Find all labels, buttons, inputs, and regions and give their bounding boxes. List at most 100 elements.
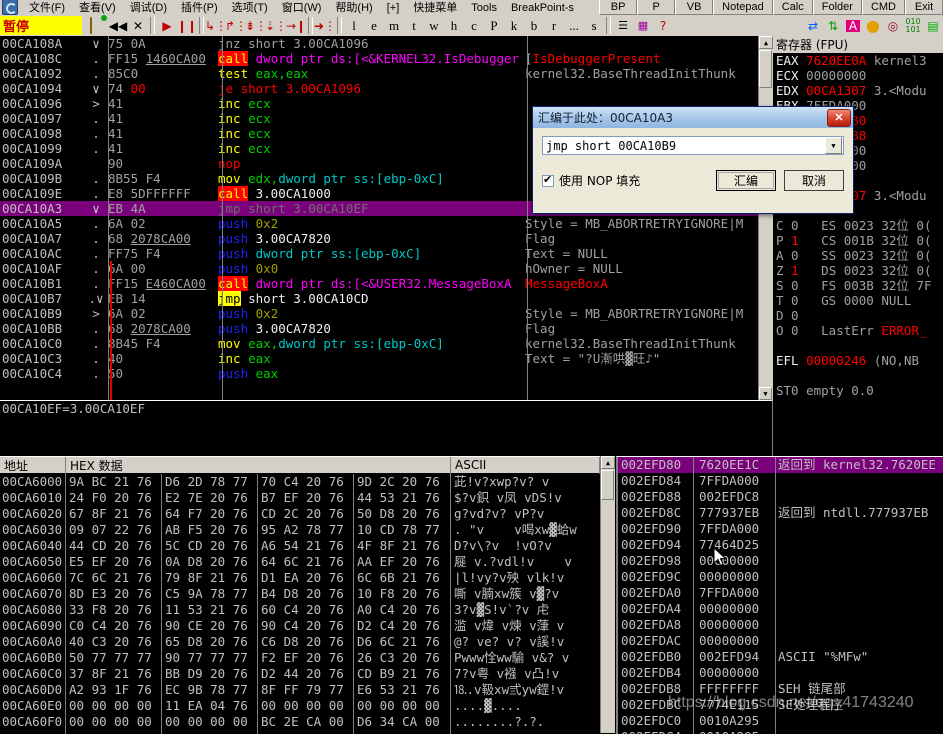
close-icon[interactable]: ✕ <box>128 16 148 35</box>
toolbar-patches-button[interactable]: P <box>484 16 504 35</box>
quick-button-cmd[interactable]: CMD <box>861 0 905 15</box>
disassembly-row[interactable]: 00CA10A5. 6A 02 push 0x2 Style = MB_ABORTRE… <box>0 216 772 231</box>
registers-panel[interactable]: 寄存器 (FPU) EAX 7620EE0A kernel3 ECX 000000… <box>773 36 943 400</box>
patches-icon[interactable]: ▦ <box>633 16 653 35</box>
disassembly-panel[interactable]: 00CA108A ∨ 75 0A jnz short 3.00CA1096 00CA10… <box>0 36 773 400</box>
stack-row[interactable]: 002EFDA4 00000000 <box>617 601 943 617</box>
stack-row[interactable]: 002EFDB8 FFFFFFFF SEH 链尾部 <box>617 681 943 697</box>
stack-row[interactable]: 002EFDB4 00000000 <box>617 665 943 681</box>
dump-row[interactable]: 00CA6020 67 8F 21 76 64 F7 20 76 CD 2C 20 7… <box>0 506 600 522</box>
disassembly-row[interactable]: 00CA1092. 85C0 test eax,eax kernel32.BaseTh… <box>0 66 772 81</box>
register-row[interactable] <box>773 368 943 383</box>
disassembly-row[interactable]: 00CA10AF. 6A 00 push 0x0 hOwner = NULL <box>0 261 772 276</box>
quick-button-folder[interactable]: Folder <box>812 0 862 15</box>
binary-icon[interactable]: 010 101 <box>903 16 923 35</box>
scroll-up-arrow[interactable]: ▲ <box>759 36 773 49</box>
stack-row[interactable]: 002EFD9C 00000000 <box>617 569 943 585</box>
stack-row[interactable]: 002EFD8C 777937EB 返回到 ntdll.777937EB <box>617 505 943 521</box>
quick-button-bp[interactable]: BP <box>599 0 638 15</box>
register-row[interactable]: ST0 empty 0.0 <box>773 383 943 398</box>
dump-row[interactable]: 00CA6090 C0 C4 20 76 90 CE 20 76 90 C4 20 7… <box>0 618 600 634</box>
stack-row[interactable]: 002EFDC0 0010A295 <box>617 713 943 729</box>
disassembly-row[interactable]: 00CA10B7 .∨ EB 14 jmp short 3.00CA10CD <box>0 291 772 306</box>
toolbar-log-button[interactable]: l <box>344 16 364 35</box>
disassembly-row[interactable]: 00CA10AC. FF75 F4 push dword ptr ss:[ebp-0… <box>0 246 772 261</box>
scroll-thumb[interactable] <box>759 50 772 88</box>
assemble-button[interactable]: 汇编 <box>716 170 776 191</box>
menu-item-breakpoints[interactable]: BreakPoint-s <box>504 1 581 15</box>
dump-row[interactable]: 00CA60A0 40 C3 20 76 65 D8 20 76 C6 D8 20 7… <box>0 634 600 650</box>
stack-row[interactable]: 002EFDAC 00000000 <box>617 633 943 649</box>
stack-row[interactable]: 002EFDBC 7774E115 SE处理程序 <box>617 697 943 713</box>
register-row[interactable]: EDX 00CA1307 3.<Modu <box>773 83 943 98</box>
dump-row[interactable]: 00CA60C0 37 8F 21 76 BB D9 20 76 D2 44 20 7… <box>0 666 600 682</box>
quick-button-vb[interactable]: VB <box>675 0 714 15</box>
open-folder-icon[interactable] <box>88 16 108 35</box>
run-icon[interactable]: ▶ <box>157 16 177 35</box>
dump-row[interactable]: 00CA6080 33 F8 20 76 11 53 21 76 60 C4 20 7… <box>0 602 600 618</box>
dump-row[interactable]: 00CA60D0 A2 93 1F 76 EC 9B 78 77 8F FF 79 7… <box>0 682 600 698</box>
disassembly-row[interactable]: 00CA10C4. 50 push eax <box>0 366 772 381</box>
menu-item-file[interactable]: 文件(F) <box>22 1 72 15</box>
toolbar-source-button[interactable]: s <box>584 16 604 35</box>
dump-row[interactable]: 00CA6070 8D E3 20 76 C5 9A 78 77 B4 D8 20 7… <box>0 586 600 602</box>
scroll-down-arrow[interactable]: ▼ <box>759 387 772 400</box>
disassembly-row[interactable]: 00CA10B1. FF15 E460CA00 call dword ptr ds:… <box>0 276 772 291</box>
restart-icon[interactable]: ◀◀ <box>108 16 128 35</box>
toolbar-threads-button[interactable]: t <box>404 16 424 35</box>
menu-item-tools[interactable]: Tools <box>464 1 504 15</box>
dump-col-address[interactable]: 地址 <box>0 457 66 474</box>
register-row[interactable]: D 0 <box>773 308 943 323</box>
step-over-icon[interactable]: ↱⋮ <box>225 16 247 35</box>
register-row[interactable]: EAX 7620EE0A kernel3 <box>773 53 943 68</box>
dump-row[interactable]: 00CA60E0 00 00 00 00 11 EA 04 76 00 00 00 0… <box>0 698 600 714</box>
disassembly-row[interactable]: 00CA10B9 >6A 02 push 0x2 Style = MB_ABORTRE… <box>0 306 772 321</box>
disassembly-row[interactable]: 00CA10BB. 68 2078CA00 push 3.00CA7820 Flag <box>0 321 772 336</box>
toolbar-cpu-button[interactable]: c <box>464 16 484 35</box>
stack-row[interactable]: 002EFDA8 00000000 <box>617 617 943 633</box>
stack-row[interactable]: 002EFDA0 7FFDA000 <box>617 585 943 601</box>
register-row[interactable]: A 0 SS 0023 32位 0( <box>773 248 943 263</box>
stack-row[interactable]: 002EFD88 002EFDC8 <box>617 489 943 505</box>
target-icon[interactable]: ◎ <box>883 16 903 35</box>
stack-row[interactable]: 002EFD84 7FFDA000 <box>617 473 943 489</box>
menu-item-window[interactable]: 窗口(W) <box>275 1 329 15</box>
analyze-icon[interactable]: A <box>843 16 863 35</box>
menu-item-help[interactable]: 帮助(H) <box>328 1 379 15</box>
toolbar-handles-button[interactable]: h <box>444 16 464 35</box>
help-icon[interactable]: ? <box>653 16 673 35</box>
dump-scrollbar[interactable]: ▲ <box>600 456 615 733</box>
toolbar-more-button[interactable]: ... <box>564 16 584 35</box>
stack-row[interactable]: 002EFD90 7FFDA000 <box>617 521 943 537</box>
pause-icon[interactable]: ❙❙ <box>177 16 197 35</box>
trace-into-icon[interactable]: ⇟⋮ <box>245 16 267 35</box>
toolbar-windows-button[interactable]: w <box>424 16 444 35</box>
register-row[interactable]: ECX 00000000 <box>773 68 943 83</box>
trace-over-icon[interactable]: ⇣⋮ <box>265 16 287 35</box>
dump-scroll-up-arrow[interactable]: ▲ <box>601 456 615 469</box>
cancel-button[interactable]: 取消 <box>784 170 844 191</box>
dump-row[interactable]: 00CA6040 44 CD 20 76 5C CD 20 76 A6 54 21 7… <box>0 538 600 554</box>
menu-item-plus[interactable]: [+] <box>380 1 407 15</box>
quick-button-notepad[interactable]: Notepad <box>713 0 773 15</box>
dump-col-ascii[interactable]: ASCII <box>451 457 600 474</box>
options-list-icon[interactable]: ☰ <box>613 16 633 35</box>
assemble-input[interactable]: jmp short 00CA10B9 ▼ <box>542 136 844 155</box>
checkbox-box[interactable] <box>542 173 554 187</box>
dump-row[interactable]: 00CA6050 E5 EF 20 76 0A D8 20 76 64 6C 21 7… <box>0 554 600 570</box>
disassembly-row[interactable]: 00CA10C0. 8B45 F4 mov eax,dword ptr ss:[eb… <box>0 336 772 351</box>
dump-row[interactable]: 00CA60B0 50 77 77 77 90 77 77 77 F2 EF 20 7… <box>0 650 600 666</box>
disassembly-scrollbar[interactable]: ▲ ▼ <box>758 36 773 400</box>
register-row[interactable]: P 1 CS 001B 32位 0( <box>773 233 943 248</box>
quick-button-exit[interactable]: Exit <box>905 0 943 15</box>
animate-icon[interactable]: ➜⋮ <box>314 16 336 35</box>
register-row[interactable]: EFL 00000246 (NO,NB <box>773 353 943 368</box>
register-row[interactable]: O 0 LastErr ERROR_ <box>773 323 943 338</box>
stack-panel[interactable]: 002EFD80 7620EE1C 返回到 kernel32.7620EE 002EF… <box>616 456 943 734</box>
stack-row[interactable]: 002EFD98 00000000 <box>617 553 943 569</box>
dump-scroll-thumb[interactable] <box>601 470 614 500</box>
menu-item-plugins[interactable]: 插件(P) <box>174 1 225 15</box>
register-row[interactable]: S 0 FS 003B 32位 7F <box>773 278 943 293</box>
step-into-icon[interactable]: ↳⋮ <box>205 16 227 35</box>
menu-item-shortcut[interactable]: 快捷菜单 <box>406 1 464 15</box>
